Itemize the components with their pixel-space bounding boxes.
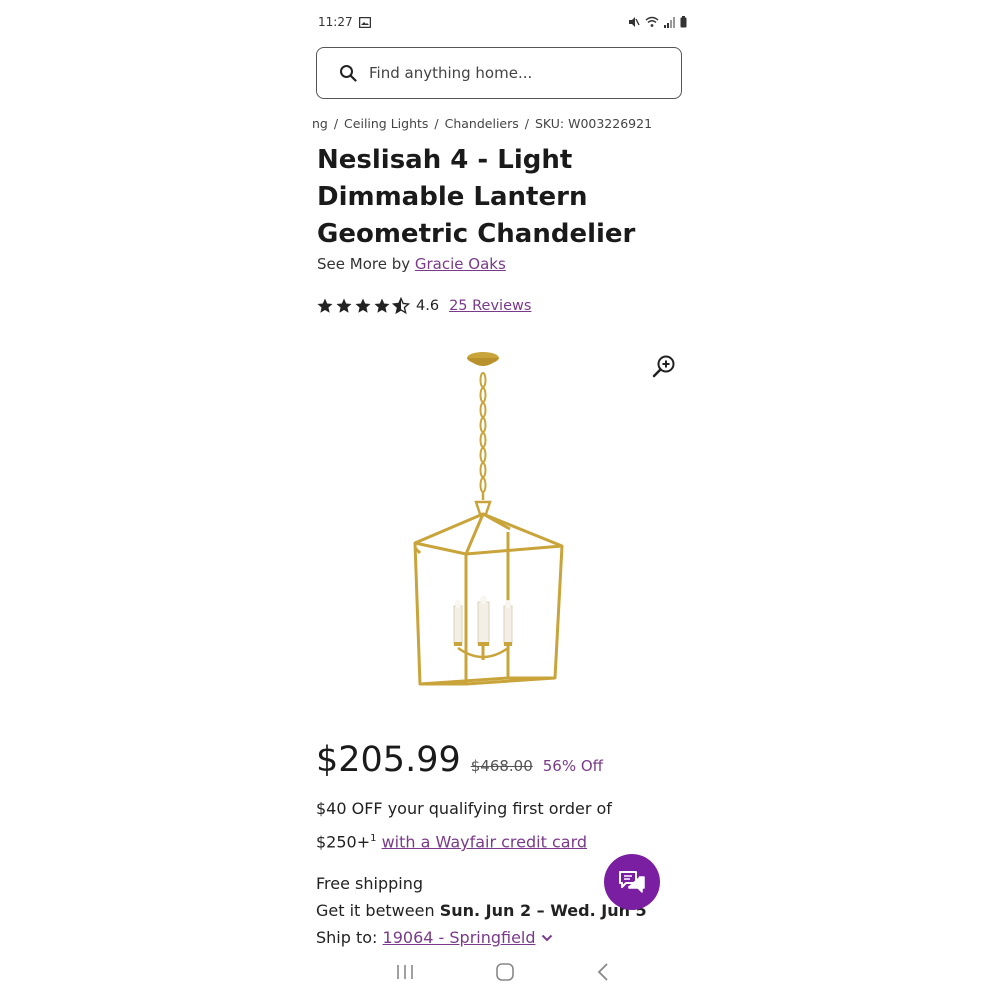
chat-button[interactable] bbox=[604, 854, 660, 910]
phone-screen: 11:27 Find anything home... ng / Ceiling… bbox=[310, 0, 695, 1000]
credit-card-link[interactable]: with a Wayfair credit card bbox=[382, 832, 587, 851]
search-bar[interactable] bbox=[316, 47, 682, 99]
delivery-prefix: Get it between bbox=[316, 901, 435, 920]
star-rating bbox=[316, 297, 410, 315]
ship-to-label: Ship to: bbox=[316, 928, 378, 947]
search-input[interactable] bbox=[367, 63, 651, 83]
see-more-brand: See More by Gracie Oaks bbox=[317, 255, 506, 273]
zoom-in-icon[interactable] bbox=[651, 353, 677, 379]
promo-line-1: $40 OFF your qualifying first order of bbox=[316, 799, 612, 818]
breadcrumb-item[interactable]: ng bbox=[312, 116, 328, 131]
chevron-down-icon[interactable] bbox=[541, 933, 553, 943]
search-icon[interactable] bbox=[339, 64, 357, 82]
price-row: $205.99 $468.00 56% Off bbox=[316, 740, 603, 780]
mute-icon bbox=[629, 17, 640, 27]
current-price: $205.99 bbox=[316, 740, 461, 780]
recent-apps-icon[interactable] bbox=[395, 964, 415, 980]
ship-to-location-link[interactable]: 19064 - Springfield bbox=[383, 928, 536, 947]
breadcrumb-separator: / bbox=[333, 116, 339, 131]
half-star-icon bbox=[392, 297, 410, 315]
status-time: 11:27 bbox=[318, 15, 353, 29]
breadcrumb-sku: SKU: W003226921 bbox=[534, 116, 653, 131]
star-icon bbox=[355, 298, 371, 313]
signal-icon bbox=[664, 16, 675, 28]
wifi-icon bbox=[645, 16, 659, 27]
credit-card-promo: $40 OFF your qualifying first order of $… bbox=[316, 794, 676, 857]
chat-icon bbox=[619, 871, 645, 893]
see-more-label: See More by bbox=[317, 255, 411, 273]
shipping-info: Free shipping Get it between Sun. Jun 2 … bbox=[316, 870, 647, 951]
rating-value: 4.6 bbox=[416, 298, 440, 314]
home-icon[interactable] bbox=[495, 962, 515, 982]
promo-line-2: $250+1 with a Wayfair credit card bbox=[316, 824, 676, 857]
product-title: Neslisah 4 - Light Dimmable Lantern Geom… bbox=[317, 145, 636, 249]
original-price: $468.00 bbox=[470, 757, 533, 775]
status-bar: 11:27 bbox=[318, 12, 687, 32]
brand-link[interactable]: Gracie Oaks bbox=[415, 255, 506, 273]
breadcrumb-separator: / bbox=[434, 116, 439, 131]
ship-to-row: Ship to: 19064 - Springfield bbox=[316, 924, 647, 951]
breadcrumb-separator: / bbox=[524, 116, 529, 131]
promo-threshold: $250+ bbox=[316, 832, 371, 852]
back-icon[interactable] bbox=[595, 962, 611, 982]
gallery-notification-icon bbox=[358, 16, 371, 28]
free-shipping-label: Free shipping bbox=[316, 874, 424, 893]
delivery-estimate: Get it between Sun. Jun 2 – Wed. Jun 5 bbox=[316, 897, 647, 924]
breadcrumb-item-ceiling-lights[interactable]: Ceiling Lights bbox=[344, 116, 428, 131]
rating-row[interactable]: 4.6 25 Reviews bbox=[316, 297, 531, 315]
product-image[interactable] bbox=[410, 348, 570, 693]
discount-badge: 56% Off bbox=[542, 757, 604, 775]
reviews-link[interactable]: 25 Reviews bbox=[449, 298, 531, 314]
android-nav-bar bbox=[310, 955, 695, 989]
breadcrumb-item-chandeliers[interactable]: Chandeliers bbox=[445, 116, 519, 131]
star-icon bbox=[336, 298, 352, 313]
battery-icon bbox=[680, 16, 687, 28]
star-icon bbox=[374, 298, 390, 313]
star-icon bbox=[317, 298, 333, 313]
promo-footnote: 1 bbox=[370, 833, 377, 844]
breadcrumb: ng / Ceiling Lights / Chandeliers / SKU:… bbox=[312, 116, 654, 131]
